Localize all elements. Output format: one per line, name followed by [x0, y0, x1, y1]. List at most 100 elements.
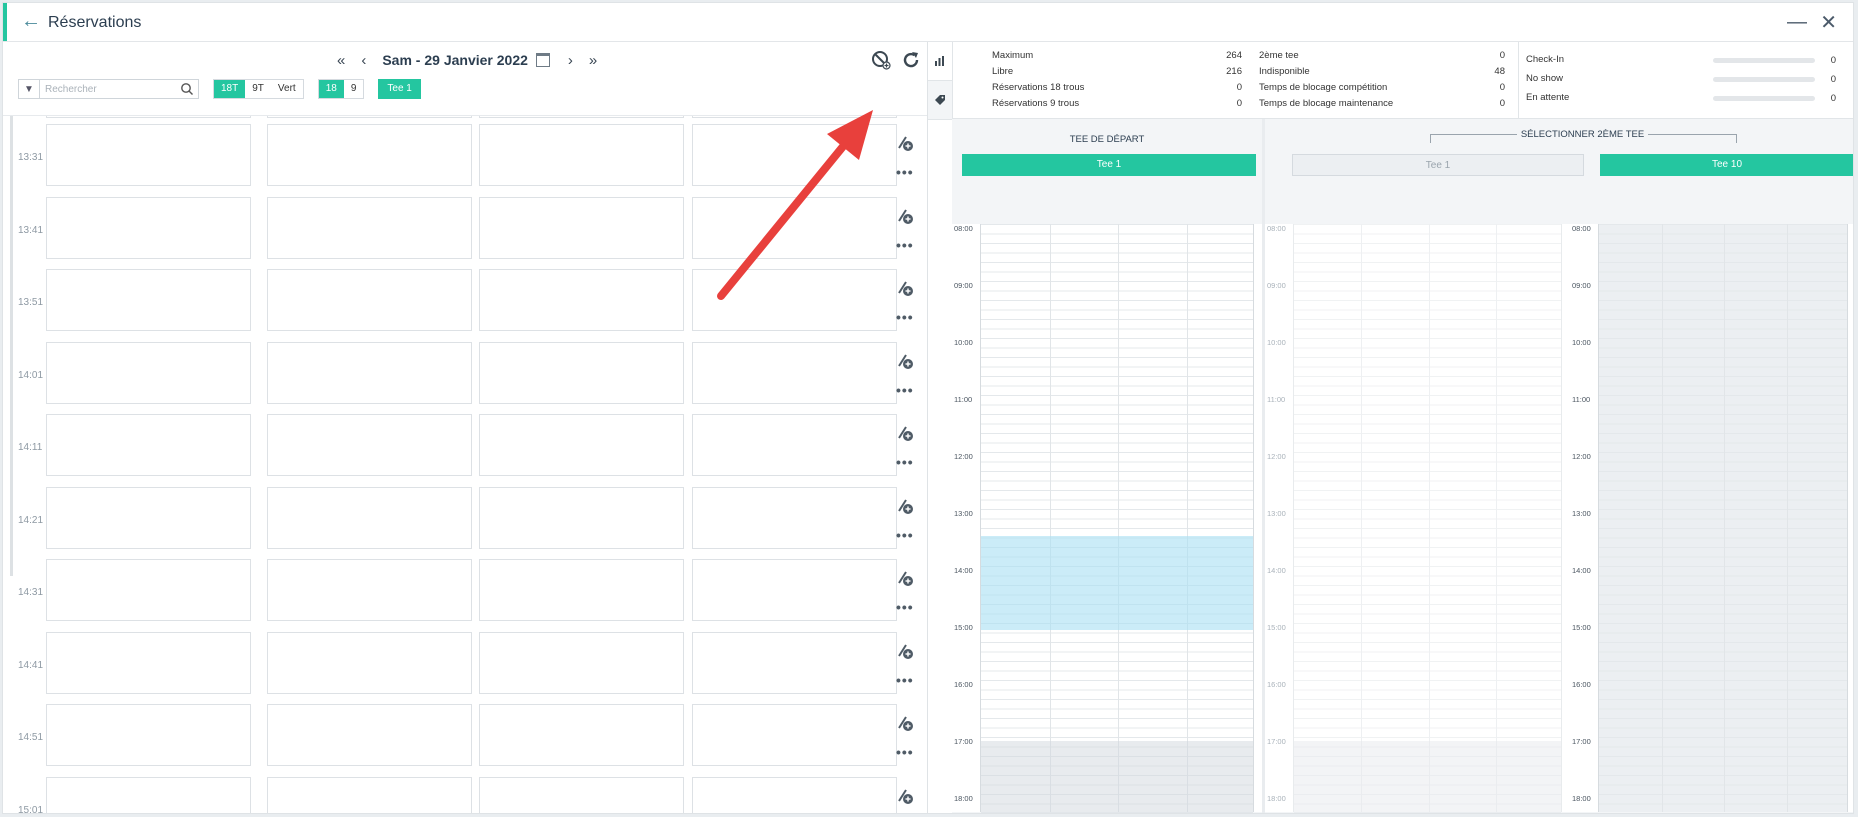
add-player-icon[interactable]	[896, 207, 914, 225]
grid-column-line	[1186, 224, 1188, 812]
slot-cell[interactable]	[479, 559, 684, 621]
slot-cell[interactable]	[267, 559, 472, 621]
current-date: Sam - 29 Janvier 2022	[382, 52, 528, 68]
filter-18t[interactable]: 18T	[214, 80, 246, 98]
start-tee-schedule: 08:00 09:00 10:00 11:00 12:00 13:00 14:00 15:00…	[952, 224, 1262, 813]
slot-cell[interactable]	[692, 559, 897, 621]
tee-filter-chip[interactable]: Tee 1	[378, 79, 421, 99]
schedule-grid[interactable]	[1598, 224, 1848, 812]
second-tee-option-tee-1[interactable]: Tee 1	[1292, 154, 1584, 176]
slot-cell[interactable]	[267, 269, 472, 331]
more-options-icon[interactable]: •••	[896, 164, 914, 180]
slot-cell[interactable]	[267, 341, 472, 404]
slot-cell[interactable]	[692, 776, 897, 813]
slot-cell[interactable]	[267, 486, 472, 549]
tags-tab[interactable]	[928, 81, 952, 120]
add-player-icon[interactable]	[896, 279, 914, 297]
slot-cell[interactable]	[46, 196, 251, 259]
slot-cell[interactable]	[692, 269, 897, 331]
slot-cell[interactable]	[479, 486, 684, 549]
slot-cell[interactable]	[479, 196, 684, 259]
first-day-button[interactable]: «	[337, 52, 345, 69]
add-player-icon[interactable]	[896, 134, 914, 152]
more-options-icon[interactable]: •••	[896, 309, 914, 325]
slot-cell[interactable]	[267, 776, 472, 813]
add-player-icon[interactable]	[896, 497, 914, 515]
slot-cell[interactable]	[46, 124, 251, 186]
slot-cell[interactable]	[479, 269, 684, 331]
window-title: Réservations	[48, 14, 142, 31]
stat-value: 0	[1499, 98, 1505, 109]
stats-tab[interactable]	[928, 42, 952, 81]
back-arrow-icon[interactable]: ←	[21, 11, 41, 31]
add-player-icon[interactable]	[896, 352, 914, 370]
slot-cell[interactable]	[46, 559, 251, 621]
slot-cell[interactable]	[267, 414, 472, 476]
schedule-grid[interactable]	[1293, 224, 1562, 813]
refresh-icon[interactable]	[901, 50, 921, 70]
add-player-icon[interactable]	[896, 787, 914, 805]
slot-cell[interactable]	[267, 124, 472, 186]
schedule-grid[interactable]	[980, 224, 1254, 813]
add-player-icon[interactable]	[896, 642, 914, 660]
slot-cell[interactable]	[692, 704, 897, 766]
more-options-icon[interactable]: •••	[896, 237, 914, 253]
slot-cell[interactable]	[267, 116, 472, 118]
last-day-button[interactable]: »	[589, 52, 597, 69]
block-time-icon[interactable]	[871, 50, 891, 70]
add-player-icon[interactable]	[896, 569, 914, 587]
hour-label: 11:00	[954, 395, 973, 404]
slot-cell[interactable]	[692, 116, 897, 118]
search-icon[interactable]	[180, 82, 194, 96]
slot-cell[interactable]	[46, 341, 251, 404]
more-options-icon[interactable]: •••	[896, 744, 914, 760]
more-options-icon[interactable]: •••	[896, 527, 914, 543]
calendar-icon[interactable]	[535, 53, 550, 67]
prev-day-button[interactable]: ‹	[361, 52, 366, 69]
slot-cell[interactable]	[46, 269, 251, 331]
slot-cell[interactable]	[46, 486, 251, 549]
slot-cell[interactable]	[46, 776, 251, 813]
slot-cell[interactable]	[692, 631, 897, 694]
second-tee-heading-wrap: SÉLECTIONNER 2ÈME TEE	[1430, 129, 1735, 140]
filter-9t[interactable]: 9T	[245, 80, 271, 98]
slot-cell[interactable]	[46, 414, 251, 476]
more-options-icon[interactable]: •••	[896, 382, 914, 398]
filter-9[interactable]: 9	[344, 80, 364, 98]
hour-label: 18:00	[1267, 794, 1286, 803]
add-player-icon[interactable]	[896, 424, 914, 442]
more-options-icon[interactable]: •••	[896, 672, 914, 688]
slot-cell[interactable]	[692, 341, 897, 404]
more-options-icon[interactable]: •••	[896, 454, 914, 470]
slot-cell[interactable]	[479, 116, 684, 118]
search-input[interactable]	[40, 81, 180, 97]
slot-cell[interactable]	[46, 116, 251, 118]
more-options-icon[interactable]: •••	[896, 599, 914, 615]
slot-cell[interactable]	[479, 776, 684, 813]
second-tee-option-tee-10[interactable]: Tee 10	[1600, 154, 1853, 176]
next-day-button[interactable]: ›	[568, 52, 573, 69]
scrollbar[interactable]	[10, 116, 13, 576]
slot-cell[interactable]	[479, 341, 684, 404]
close-icon[interactable]: ✕	[1820, 10, 1837, 35]
slot-cell[interactable]	[479, 124, 684, 186]
add-player-icon[interactable]	[896, 714, 914, 732]
chevron-down-icon[interactable]: ▼	[19, 80, 40, 98]
slot-cell[interactable]	[692, 486, 897, 549]
slot-cell[interactable]	[46, 704, 251, 766]
stat-libre: Libre 216	[992, 66, 1242, 82]
slot-cell[interactable]	[479, 704, 684, 766]
slot-cell[interactable]	[692, 196, 897, 259]
slot-cell[interactable]	[267, 196, 472, 259]
slot-cell[interactable]	[46, 631, 251, 694]
slot-cell[interactable]	[692, 124, 897, 186]
filter-vert[interactable]: Vert	[271, 80, 303, 98]
start-tee-button[interactable]: Tee 1	[962, 154, 1256, 176]
slot-cell[interactable]	[692, 414, 897, 476]
filter-18[interactable]: 18	[318, 80, 344, 98]
slot-cell[interactable]	[267, 704, 472, 766]
minimize-icon[interactable]: —	[1787, 11, 1807, 34]
slot-cell[interactable]	[479, 631, 684, 694]
slot-cell[interactable]	[267, 631, 472, 694]
slot-cell[interactable]	[479, 414, 684, 476]
